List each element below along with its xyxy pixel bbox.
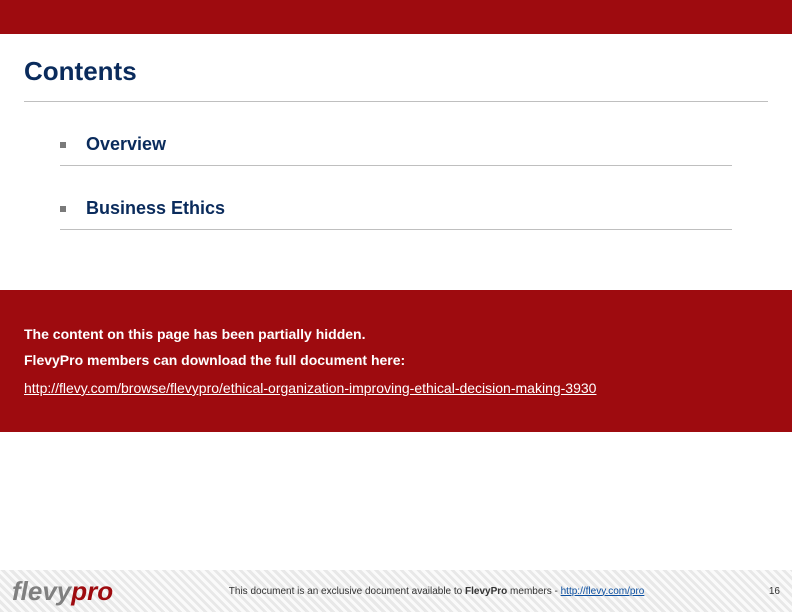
hidden-content-notice: The content on this page has been partia… bbox=[0, 290, 792, 432]
toc-label: Overview bbox=[86, 134, 166, 155]
footer-disclaimer: This document is an exclusive document a… bbox=[113, 586, 760, 597]
disclaimer-prefix: This document is an exclusive document a… bbox=[229, 586, 465, 597]
bullet-icon bbox=[60, 142, 66, 148]
footer-link[interactable]: http://flevy.com/pro bbox=[561, 586, 645, 597]
notice-line1: The content on this page has been partia… bbox=[24, 326, 768, 342]
top-accent-bar bbox=[0, 0, 792, 34]
notice-link[interactable]: http://flevy.com/browse/flevypro/ethical… bbox=[24, 380, 596, 396]
logo-part1: flevy bbox=[12, 576, 71, 607]
logo-part2: pro bbox=[71, 576, 113, 607]
footer-logo: flevypro bbox=[12, 576, 113, 607]
toc-label: Business Ethics bbox=[86, 198, 225, 219]
footer: flevypro This document is an exclusive d… bbox=[0, 570, 792, 612]
page-number: 16 bbox=[760, 586, 780, 597]
header: Contents bbox=[0, 34, 792, 95]
disclaimer-bold: FlevyPro bbox=[465, 586, 507, 597]
notice-line2: FlevyPro members can download the full d… bbox=[24, 352, 768, 368]
bullet-icon bbox=[60, 206, 66, 212]
disclaimer-suffix: members - bbox=[507, 586, 560, 597]
toc-item-overview: Overview bbox=[60, 102, 732, 166]
page-title: Contents bbox=[24, 56, 768, 87]
toc-item-business-ethics: Business Ethics bbox=[60, 166, 732, 230]
toc-list: Overview Business Ethics bbox=[0, 102, 792, 230]
